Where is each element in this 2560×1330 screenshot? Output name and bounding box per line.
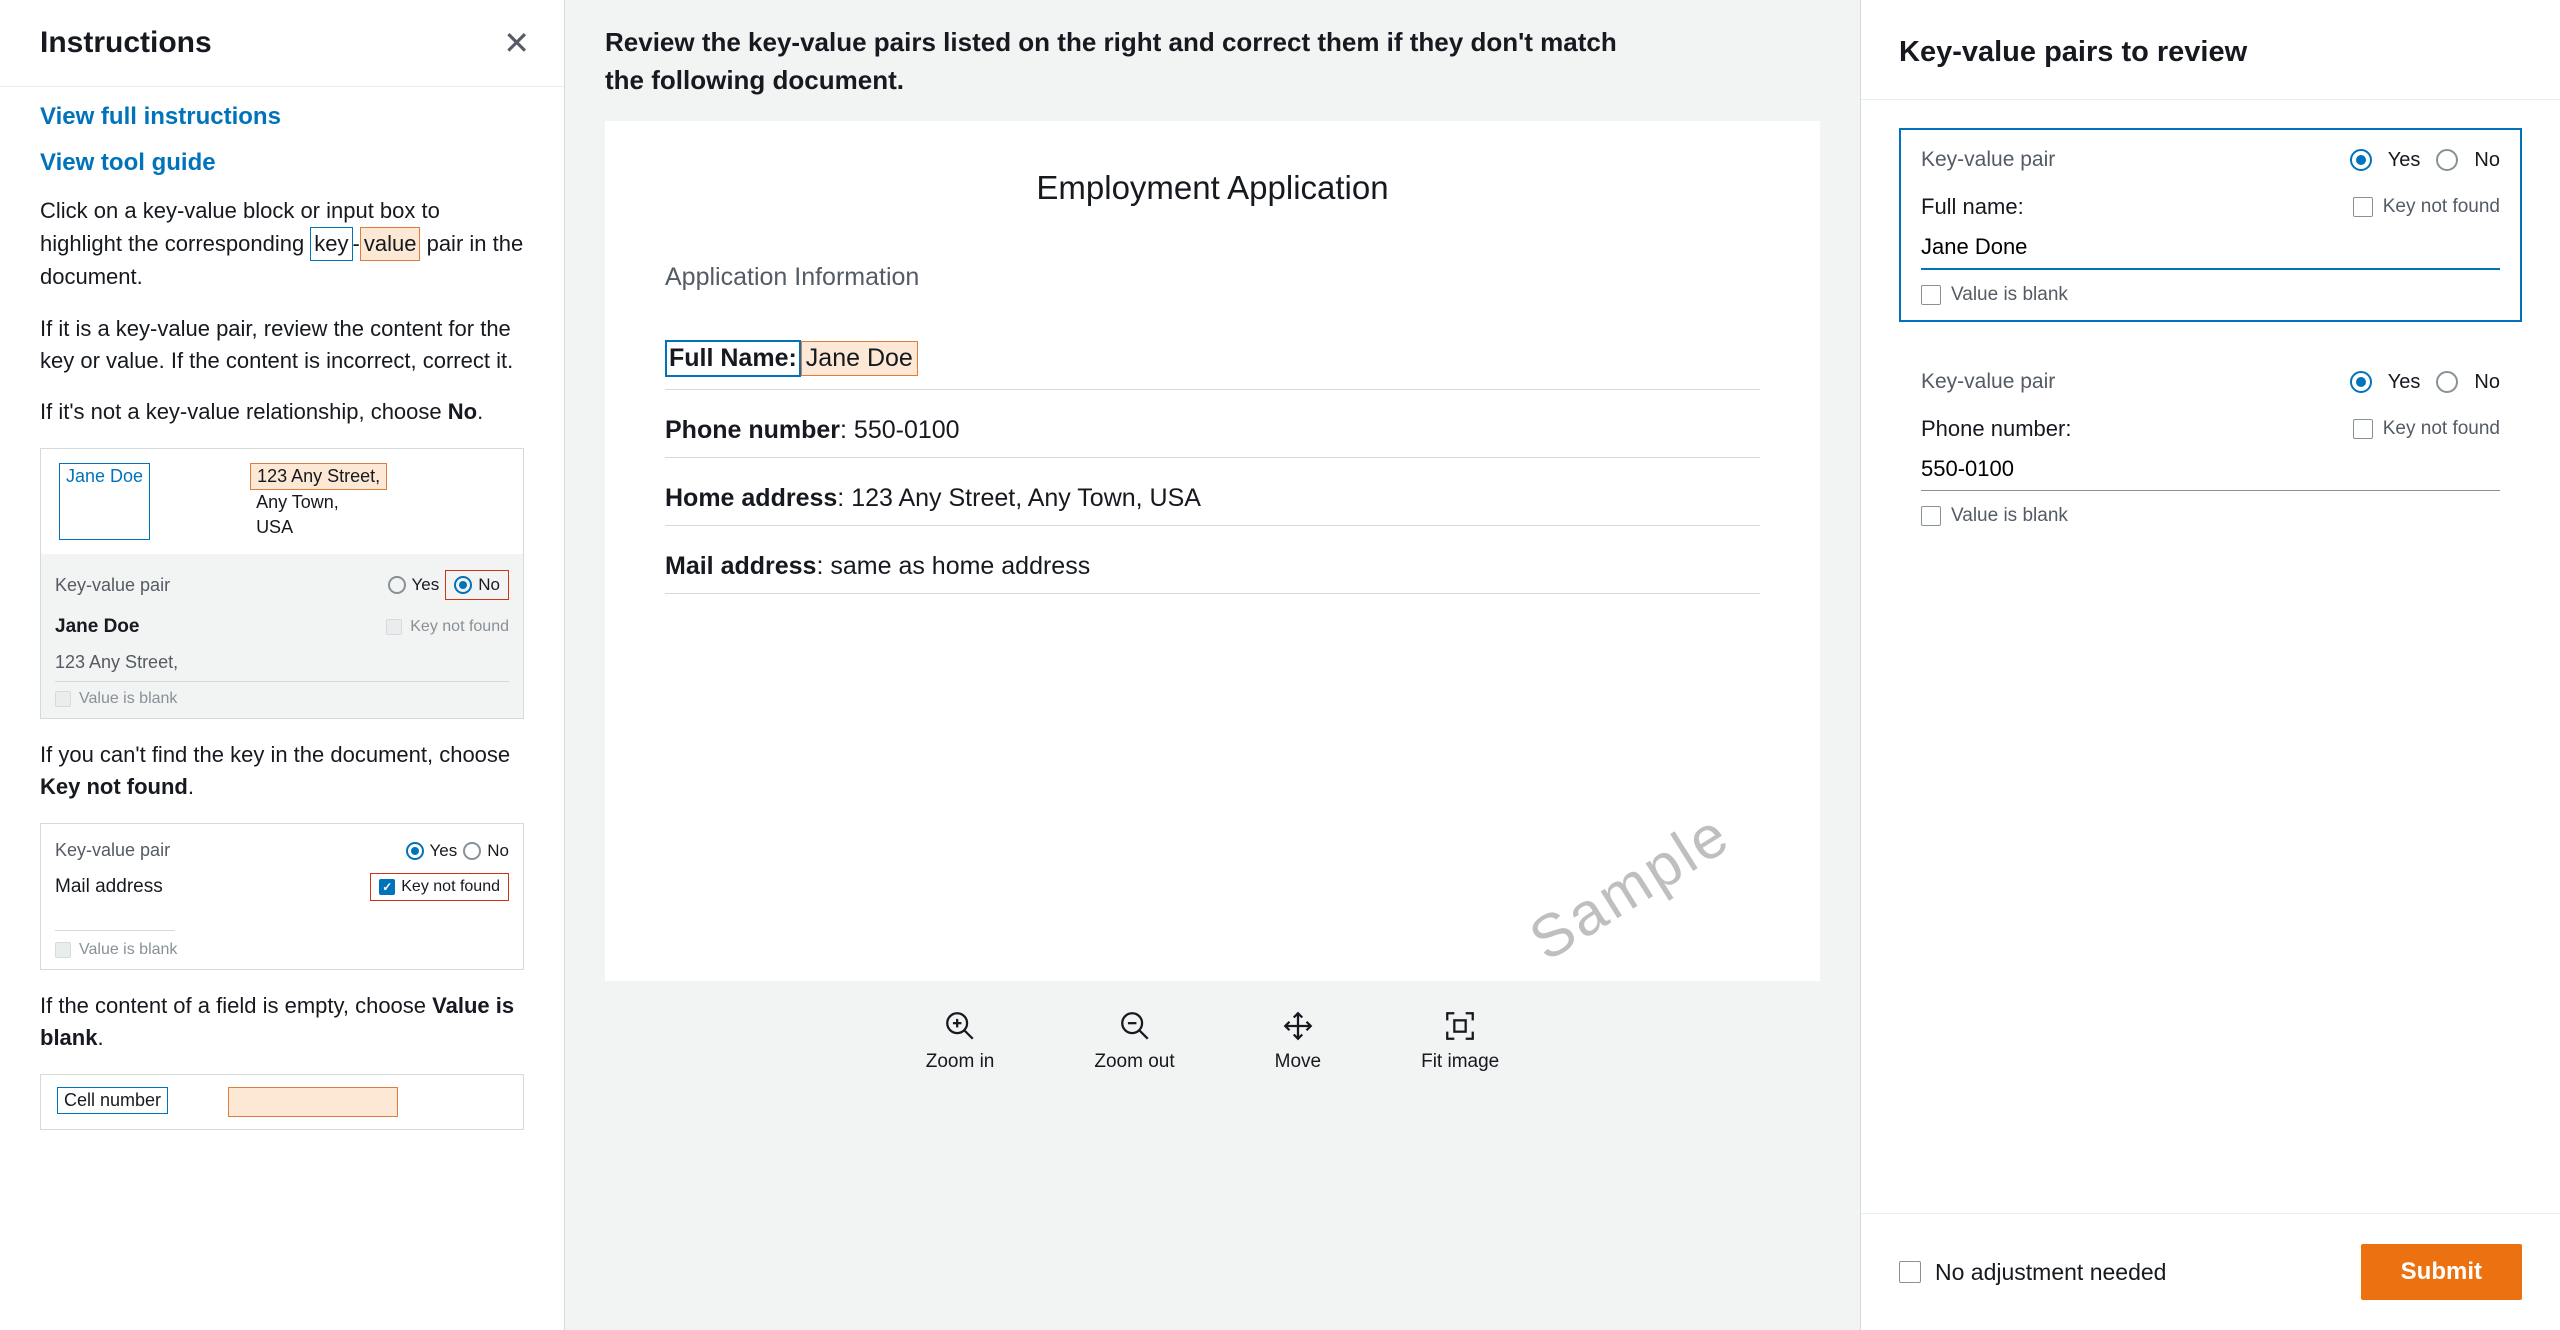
example-radio-no-highlight: No xyxy=(445,570,509,600)
document-row-home-address[interactable]: Home address: 123 Any Street, Any Town, … xyxy=(665,472,1760,526)
move-icon xyxy=(1281,1009,1315,1043)
review-header: Review the key-value pairs listed on the… xyxy=(605,24,1645,99)
document-title: Employment Application xyxy=(665,169,1760,207)
example2-knf-highlight: Key not found xyxy=(370,873,509,901)
view-tool-guide-link[interactable]: View tool guide xyxy=(40,149,524,177)
example-knf-checkbox xyxy=(386,619,402,635)
knf-checkbox-phone[interactable] xyxy=(2353,419,2373,439)
example-card-1: Jane Doe 123 Any Street, Any Town, USA K… xyxy=(40,448,524,719)
instruction-paragraph-5: If the content of a field is empty, choo… xyxy=(40,990,524,1054)
view-full-instructions-link[interactable]: View full instructions xyxy=(40,103,524,131)
example2-radio-no xyxy=(463,842,481,860)
review-footer: No adjustment needed Submit xyxy=(1861,1213,2560,1330)
zoom-out-icon xyxy=(1118,1009,1152,1043)
instructions-header: Instructions ✕ xyxy=(0,0,564,87)
key-highlight-example: key xyxy=(310,227,352,261)
instructions-panel: Instructions ✕ View full instructions Vi… xyxy=(0,0,565,1330)
example2-blank-checkbox xyxy=(55,942,71,958)
highlighted-value: Jane Doe xyxy=(801,341,918,376)
example-radio-yes xyxy=(388,576,406,594)
knf-checkbox-fullname[interactable] xyxy=(2353,197,2373,217)
instruction-paragraph-3: If it's not a key-value relationship, ch… xyxy=(40,396,524,428)
instruction-paragraph-1: Click on a key-value block or input box … xyxy=(40,195,524,293)
instructions-body[interactable]: View full instructions View tool guide C… xyxy=(0,87,564,1330)
blank-checkbox-fullname[interactable] xyxy=(1921,285,1941,305)
value-input-fullname[interactable] xyxy=(1921,228,2500,270)
document-row-fullname[interactable]: Full Name:Jane Doe xyxy=(665,328,1760,390)
sample-watermark: Sample xyxy=(1517,799,1741,975)
example-radio-no xyxy=(454,576,472,594)
instruction-paragraph-4: If you can't find the key in the documen… xyxy=(40,739,524,803)
radio-no-fullname[interactable] xyxy=(2436,149,2458,171)
instructions-title: Instructions xyxy=(40,26,212,60)
no-adjustment-label: No adjustment needed xyxy=(1935,1259,2166,1286)
zoom-in-button[interactable]: Zoom in xyxy=(926,1009,995,1073)
document-frame[interactable]: Employment Application Application Infor… xyxy=(605,121,1820,981)
value-input-phone[interactable] xyxy=(1921,450,2500,491)
example2-radio-yes xyxy=(406,842,424,860)
example-blank-checkbox xyxy=(55,691,71,707)
review-panel: Key-value pairs to review Key-value pair… xyxy=(1860,0,2560,1330)
fit-image-button[interactable]: Fit image xyxy=(1421,1009,1499,1073)
review-panel-title: Key-value pairs to review xyxy=(1861,0,2560,100)
no-adjustment-checkbox[interactable] xyxy=(1899,1261,1921,1283)
image-toolbar: Zoom in Zoom out Move Fit image xyxy=(605,981,1820,1093)
radio-no-phone[interactable] xyxy=(2436,371,2458,393)
close-icon[interactable]: ✕ xyxy=(503,27,530,59)
example-card-3: Cell number xyxy=(40,1074,524,1130)
document-row-phone[interactable]: Phone number: 550-0100 xyxy=(665,404,1760,458)
example2-knf-checkbox xyxy=(379,879,395,895)
document-section-heading: Application Information xyxy=(665,263,1760,292)
value-highlight-example: value xyxy=(360,227,421,261)
example-name-box: Jane Doe xyxy=(59,463,150,540)
radio-yes-phone[interactable] xyxy=(2350,371,2372,393)
kv-card-fullname[interactable]: Key-value pair Yes No Full name: Key not… xyxy=(1899,128,2522,322)
instruction-paragraph-2: If it is a key-value pair, review the co… xyxy=(40,313,524,377)
example3-blank-value xyxy=(228,1087,398,1117)
fit-image-icon xyxy=(1443,1009,1477,1043)
radio-yes-fullname[interactable] xyxy=(2350,149,2372,171)
example-card-2: Key-value pair Yes No Mail address Key n… xyxy=(40,823,524,970)
document-panel: Review the key-value pairs listed on the… xyxy=(565,0,1860,1330)
kv-card-phone[interactable]: Key-value pair Yes No Phone number: Key … xyxy=(1899,350,2522,543)
zoom-out-button[interactable]: Zoom out xyxy=(1094,1009,1174,1073)
submit-button[interactable]: Submit xyxy=(2361,1244,2522,1300)
highlighted-key: Full Name: xyxy=(665,340,801,377)
zoom-in-icon xyxy=(943,1009,977,1043)
document-row-mail-address[interactable]: Mail address: same as home address xyxy=(665,540,1760,594)
kv-key-phone: Phone number: xyxy=(1921,416,2071,442)
kvp-label: Key-value pair xyxy=(1921,370,2055,394)
kvp-label: Key-value pair xyxy=(1921,148,2055,172)
review-panel-body: Key-value pair Yes No Full name: Key not… xyxy=(1861,100,2560,1213)
kv-key-fullname: Full name: xyxy=(1921,194,2024,220)
move-button[interactable]: Move xyxy=(1275,1009,1321,1073)
blank-checkbox-phone[interactable] xyxy=(1921,506,1941,526)
